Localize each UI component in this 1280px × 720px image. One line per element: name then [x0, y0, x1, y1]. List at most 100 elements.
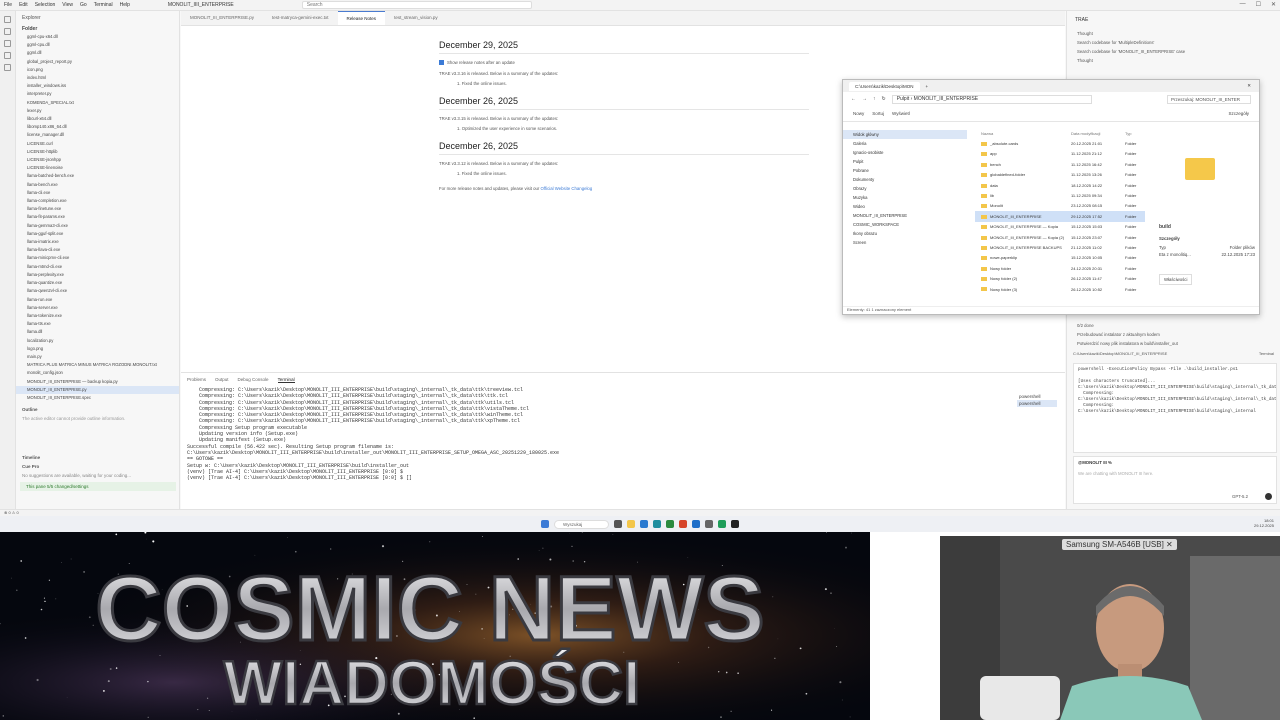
fe-nav-item[interactable]: Obrazy: [843, 184, 967, 193]
task-view-icon[interactable]: [614, 520, 622, 528]
terminal-instance[interactable]: powershell: [1017, 393, 1057, 400]
file-item[interactable]: llama-finetune.exe: [16, 205, 179, 213]
changelog-link[interactable]: Official Website Changelog: [541, 186, 593, 191]
file-item[interactable]: global_project_report.py: [16, 58, 179, 66]
panel-tab-terminal[interactable]: Terminal: [277, 377, 295, 383]
editor-tab[interactable]: MONOLIT_III_ENTERPRISE.py: [181, 11, 263, 25]
file-item[interactable]: LICENSE-linenoise: [16, 164, 179, 172]
fe-row[interactable]: MONOLIT_III_ENTERPRISE 29.12.2025 17:52 Fo…: [975, 211, 1145, 222]
terminal-icon[interactable]: [731, 520, 739, 528]
file-item[interactable]: KOMENDA_SPECIAL.txt: [16, 99, 179, 107]
close-icon[interactable]: ✕: [1271, 1, 1276, 8]
file-item[interactable]: llama-llava-cli.exe: [16, 246, 179, 254]
fe-nav-item[interactable]: Dokumenty: [843, 175, 967, 184]
file-item[interactable]: llama-minicpmv-cli.exe: [16, 254, 179, 262]
file-item[interactable]: MONOLIT_III_ENTERPRISE.py: [16, 385, 179, 394]
file-item[interactable]: license_manager.dll: [16, 131, 179, 139]
menu-file[interactable]: File: [4, 2, 12, 8]
panel-tab-debug-console[interactable]: Debug Console: [238, 377, 269, 383]
back-icon[interactable]: ←: [851, 96, 856, 102]
brave-icon[interactable]: [679, 520, 687, 528]
file-explorer-tab[interactable]: C:\Users\kazik\Desktop\MON: [849, 81, 920, 91]
menu-help[interactable]: Help: [120, 2, 130, 8]
panel-tab-output[interactable]: Output: [215, 377, 229, 383]
taskbar-search[interactable]: Wyszukaj: [554, 519, 609, 529]
fe-toolbar-1[interactable]: Sortuj: [872, 111, 884, 116]
edge-icon[interactable]: [653, 520, 661, 528]
file-item[interactable]: ggml.dll: [16, 49, 179, 57]
file-item[interactable]: libcurl-x64.dll: [16, 115, 179, 123]
file-item[interactable]: llama-cli.exe: [16, 189, 179, 197]
path-root[interactable]: Pulpit: [897, 96, 910, 102]
fe-row[interactable]: app 11.12.2025 21:12 Folder: [975, 149, 1145, 159]
file-item[interactable]: interpreter.py: [16, 90, 179, 98]
file-item[interactable]: ggml-cpu-x64.dll: [16, 33, 179, 41]
file-item[interactable]: llama-perplexity.exe: [16, 271, 179, 279]
minimize-icon[interactable]: —: [1240, 1, 1246, 8]
file-explorer-icon[interactable]: [627, 520, 635, 528]
properties-button[interactable]: Właściwości: [1159, 274, 1193, 285]
model-selector[interactable]: GPT-5.2: [1232, 494, 1248, 499]
path-current[interactable]: MONOLIT_III_ENTERPRISE: [914, 96, 978, 102]
fe-row[interactable]: lib 11.12.2025 09:34 Folder: [975, 190, 1145, 200]
forward-icon[interactable]: →: [862, 96, 867, 102]
fe-nav-item[interactable]: MONOLIT_III_ENTERPRISE: [843, 211, 967, 220]
file-item[interactable]: lexer.py: [16, 107, 179, 115]
chat-input[interactable]: @MONOLIT III % We are chatting with MONO…: [1073, 456, 1277, 504]
file-item[interactable]: LICENSE-jsonhpp: [16, 156, 179, 164]
fe-row[interactable]: MONOLIT_III_ENTERPRISE BACKUPS 21.12.2025…: [975, 242, 1145, 252]
fe-nav-item[interactable]: Muzyka: [843, 193, 967, 202]
chat-terminal-tag[interactable]: Terminal: [1259, 351, 1274, 356]
file-item[interactable]: LICENSE-httplib: [16, 148, 179, 156]
fe-row[interactable]: Nowy folder 24.12.2025 20:31 Folder: [975, 263, 1145, 273]
refresh-icon[interactable]: ↻: [882, 96, 886, 102]
path-field[interactable]: Pulpit › MONOLIT_III_ENTERPRISE: [891, 94, 1092, 104]
file-item[interactable]: MATRICA PLUS MATRICA MINUS MATRICA ROZOD…: [16, 361, 179, 369]
fe-col-header[interactable]: Nazwa: [981, 131, 1071, 136]
source-control-icon[interactable]: [4, 40, 11, 47]
file-item[interactable]: monolit_config.json: [16, 369, 179, 377]
fe-row[interactable]: MONOLIT_III_ENTERPRISE — Kopia (2) 15.12.…: [975, 232, 1145, 242]
cue-pro-header[interactable]: Cue Pro: [16, 462, 180, 471]
file-item[interactable]: llama-tts.exe: [16, 320, 179, 328]
fe-row[interactable]: _absolute.cards 20.12.2025 21:01 Folder: [975, 138, 1145, 148]
file-item[interactable]: logo.png: [16, 345, 179, 353]
file-item[interactable]: llama-imatrix.exe: [16, 238, 179, 246]
debug-icon[interactable]: [4, 52, 11, 59]
file-item[interactable]: index.html: [16, 74, 179, 82]
fe-row[interactable]: bench 11.12.2025 16:42 Folder: [975, 159, 1145, 169]
file-item[interactable]: llama-qwen2vl-cli.exe: [16, 287, 179, 295]
terminal-output[interactable]: Compressing: C:\Users\kazik\Desktop\MONO…: [187, 387, 1007, 481]
file-item[interactable]: LICENSE.curl: [16, 140, 179, 148]
fe-row[interactable]: nowe-paperklip 15.12.2025 10:05 Folder: [975, 253, 1145, 263]
chat-step[interactable]: Search codebase for 'MONOLIT_III_ENTERPR…: [1067, 47, 1280, 56]
fe-nav-item[interactable]: Ikony obrazu: [843, 229, 967, 238]
file-item[interactable]: libomp140.x86_64.dll: [16, 123, 179, 131]
fe-col-header[interactable]: Typ: [1125, 131, 1145, 136]
fe-row[interactable]: MONOLIT_III_ENTERPRISE — Kopia 15.12.2025…: [975, 222, 1145, 232]
file-item[interactable]: llama-bench.exe: [16, 181, 179, 189]
file-item[interactable]: llama-gemma3-cli.exe: [16, 222, 179, 230]
file-item[interactable]: llama-server.exe: [16, 304, 179, 312]
fe-nav-item[interactable]: Screen: [843, 238, 967, 247]
file-item[interactable]: llama-completion.exe: [16, 197, 179, 205]
store-icon[interactable]: [640, 520, 648, 528]
editor-tab[interactable]: test_stream_vision.py: [385, 11, 447, 25]
chat-step[interactable]: Thought: [1067, 29, 1280, 38]
fe-nav-item[interactable]: COSMIC_WORKSPACE: [843, 220, 967, 229]
file-item[interactable]: llama-batched-bench.exe: [16, 172, 179, 180]
vscode-icon[interactable]: [692, 520, 700, 528]
fe-close-icon[interactable]: ✕: [1247, 83, 1251, 89]
cue-button[interactable]: This pane 5/5 changed/settings: [20, 482, 176, 491]
file-item[interactable]: llama.dll: [16, 328, 179, 336]
checkbox-checked-icon[interactable]: [439, 60, 444, 65]
fe-toolbar-3[interactable]: Szczegóły: [1228, 111, 1249, 116]
file-item[interactable]: main.py: [16, 353, 179, 361]
file-item[interactable]: icon.png: [16, 66, 179, 74]
files-icon[interactable]: [4, 16, 11, 23]
fe-nav-item[interactable]: Widok główny: [843, 130, 967, 139]
fe-nav-item[interactable]: Pobrane: [843, 166, 967, 175]
file-item[interactable]: ggml-cpu.dll: [16, 41, 179, 49]
fe-toolbar-0[interactable]: Nowy: [853, 111, 864, 116]
menu-terminal[interactable]: Terminal: [94, 2, 113, 8]
